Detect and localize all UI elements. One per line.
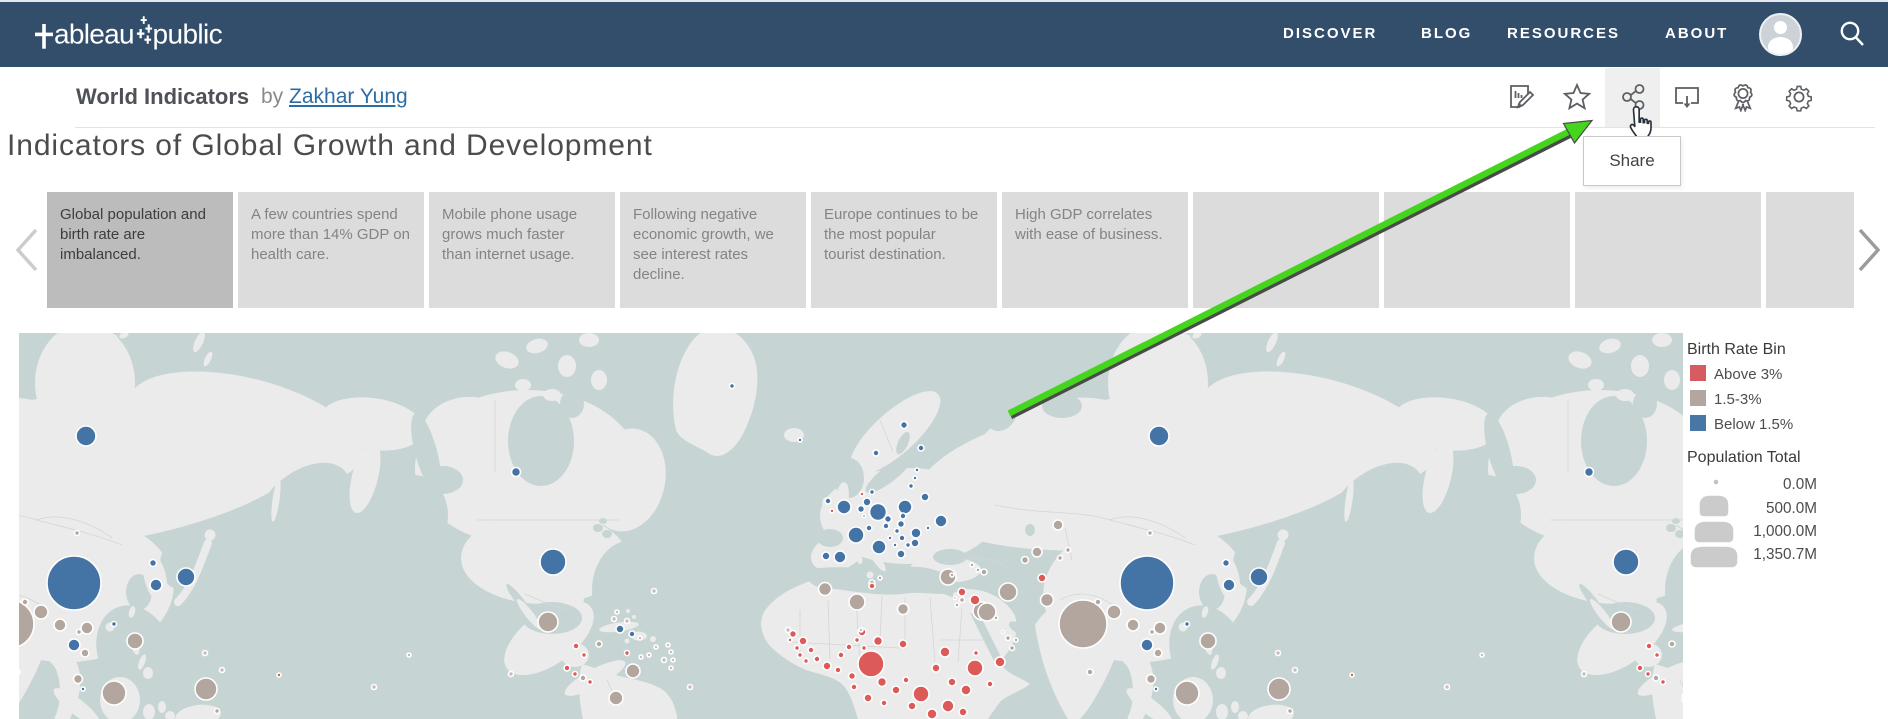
svg-text:public: public (153, 19, 223, 50)
svg-text:ableau: ableau (54, 19, 134, 50)
